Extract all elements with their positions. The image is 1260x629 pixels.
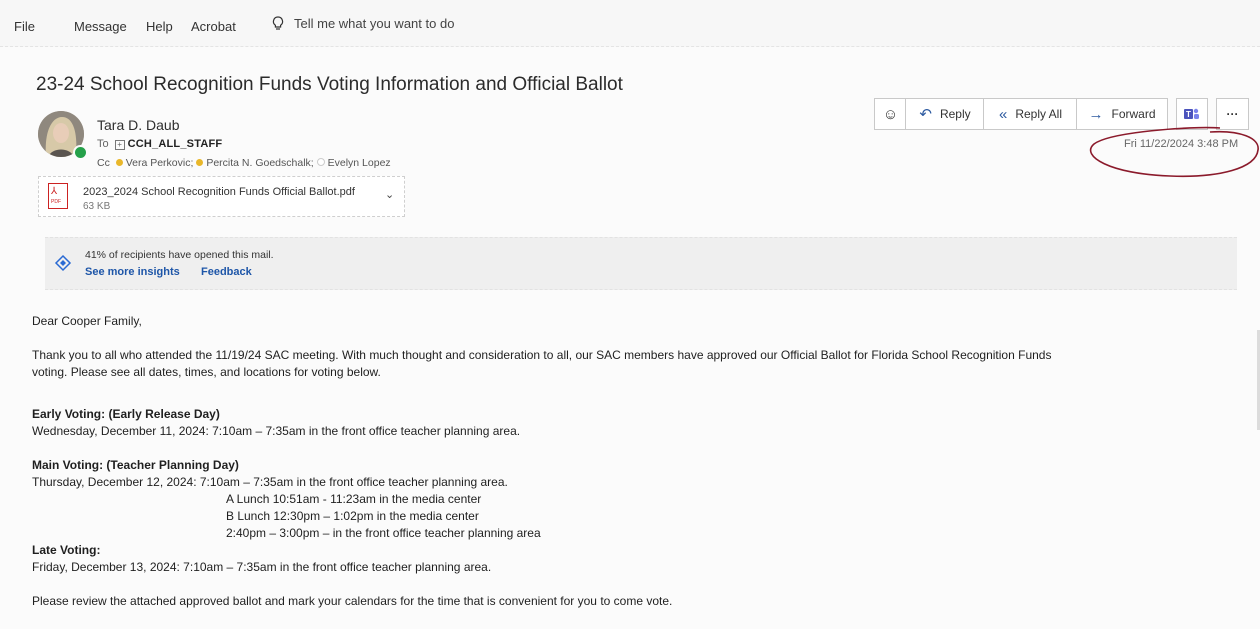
email-subject: 23-24 School Recognition Funds Voting In… xyxy=(36,74,623,95)
main-voting-slot: 2:40pm – 3:00pm – in the front office te… xyxy=(226,526,541,540)
chevron-down-icon[interactable]: ⌄ xyxy=(385,188,394,201)
sent-timestamp: Fri 11/22/2024 3:48 PM xyxy=(1124,138,1239,150)
teams-share-button[interactable]: T xyxy=(1176,98,1208,130)
pdf-icon: ⅄ PDF xyxy=(48,183,68,209)
sender-name[interactable]: Tara D. Daub xyxy=(97,117,179,133)
forward-button[interactable]: → Forward xyxy=(1076,98,1168,130)
attachment-size: 63 KB xyxy=(83,201,111,212)
attachment-card[interactable]: ⅄ PDF 2023_2024 School Recognition Funds … xyxy=(38,176,405,217)
more-actions-button[interactable]: ··· xyxy=(1216,98,1249,130)
presence-away-icon xyxy=(115,159,123,166)
smiley-icon: ☺ xyxy=(882,105,899,123)
cc-recipient[interactable]: Vera Perkovic; xyxy=(126,157,194,169)
early-voting-detail: Wednesday, December 11, 2024: 7:10am – 7… xyxy=(32,424,521,438)
presence-available-icon xyxy=(73,145,88,160)
more-icon: ··· xyxy=(1226,107,1239,121)
reply-icon: ↶ xyxy=(919,106,932,123)
paragraph-line: Thank you to all who attended the 11/19/… xyxy=(32,348,1052,362)
see-more-insights-link[interactable]: See more insights xyxy=(85,266,180,278)
menu-file[interactable]: File xyxy=(14,19,35,34)
paragraph-line: voting. Please see all dates, times, and… xyxy=(32,365,381,379)
to-line: To + CCH_ALL_STAFF xyxy=(97,138,222,150)
attachment-name: 2023_2024 School Recognition Funds Offic… xyxy=(83,186,355,198)
insights-banner: 41% of recipients have opened this mail.… xyxy=(45,237,1237,290)
late-voting-heading: Late Voting: xyxy=(32,543,101,557)
menu-help[interactable]: Help xyxy=(146,19,173,34)
emoji-reaction-button[interactable]: ☺ xyxy=(874,98,907,130)
forward-label: Forward xyxy=(1111,107,1156,121)
menu-message[interactable]: Message xyxy=(74,19,127,34)
menu-acrobat[interactable]: Acrobat xyxy=(191,19,236,34)
to-label: To xyxy=(97,138,109,150)
expand-group-icon[interactable]: + xyxy=(114,140,125,150)
late-voting-detail: Friday, December 13, 2024: 7:10am – 7:35… xyxy=(32,560,492,574)
cc-line: Cc Vera Perkovic; Percita N. Goedschalk;… xyxy=(97,157,391,169)
feedback-link[interactable]: Feedback xyxy=(201,266,252,278)
cc-label: Cc xyxy=(97,157,110,169)
cc-recipient[interactable]: Percita N. Goedschalk; xyxy=(206,157,313,169)
insights-icon xyxy=(54,254,72,272)
main-voting-heading: Main Voting: (Teacher Planning Day) xyxy=(32,458,239,472)
svg-text:T: T xyxy=(1186,110,1191,119)
lightbulb-icon xyxy=(272,16,284,30)
tell-me-text: Tell me what you want to do xyxy=(294,16,455,31)
forward-icon: → xyxy=(1088,105,1104,123)
tell-me-search[interactable]: Tell me what you want to do xyxy=(272,16,454,31)
main-voting-slot: A Lunch 10:51am - 11:23am in the media c… xyxy=(226,492,482,506)
menu-bar: File Message Help Acrobat Tell me what y… xyxy=(0,0,1260,47)
reply-all-icon: « xyxy=(998,105,1008,123)
reply-all-button[interactable]: « Reply All xyxy=(983,98,1078,130)
presence-away-icon xyxy=(196,159,204,166)
insights-text: 41% of recipients have opened this mail. xyxy=(85,249,274,261)
greeting: Dear Cooper Family, xyxy=(32,314,142,328)
presence-offline-icon xyxy=(316,158,325,166)
teams-icon: T xyxy=(1184,108,1199,119)
handwritten-circle-annotation xyxy=(1089,126,1259,178)
reply-all-label: Reply All xyxy=(1015,107,1063,121)
reply-label: Reply xyxy=(939,107,971,121)
cc-recipient[interactable]: Evelyn Lopez xyxy=(328,157,391,169)
reply-button[interactable]: ↶ Reply xyxy=(905,98,985,130)
main-voting-slot: B Lunch 12:30pm – 1:02pm in the media ce… xyxy=(226,509,479,523)
closing-line: Please review the attached approved ball… xyxy=(32,594,673,608)
main-voting-detail: Thursday, December 12, 2024: 7:10am – 7:… xyxy=(32,475,508,489)
early-voting-heading: Early Voting: (Early Release Day) xyxy=(32,407,220,421)
to-recipient[interactable]: CCH_ALL_STAFF xyxy=(128,138,223,150)
